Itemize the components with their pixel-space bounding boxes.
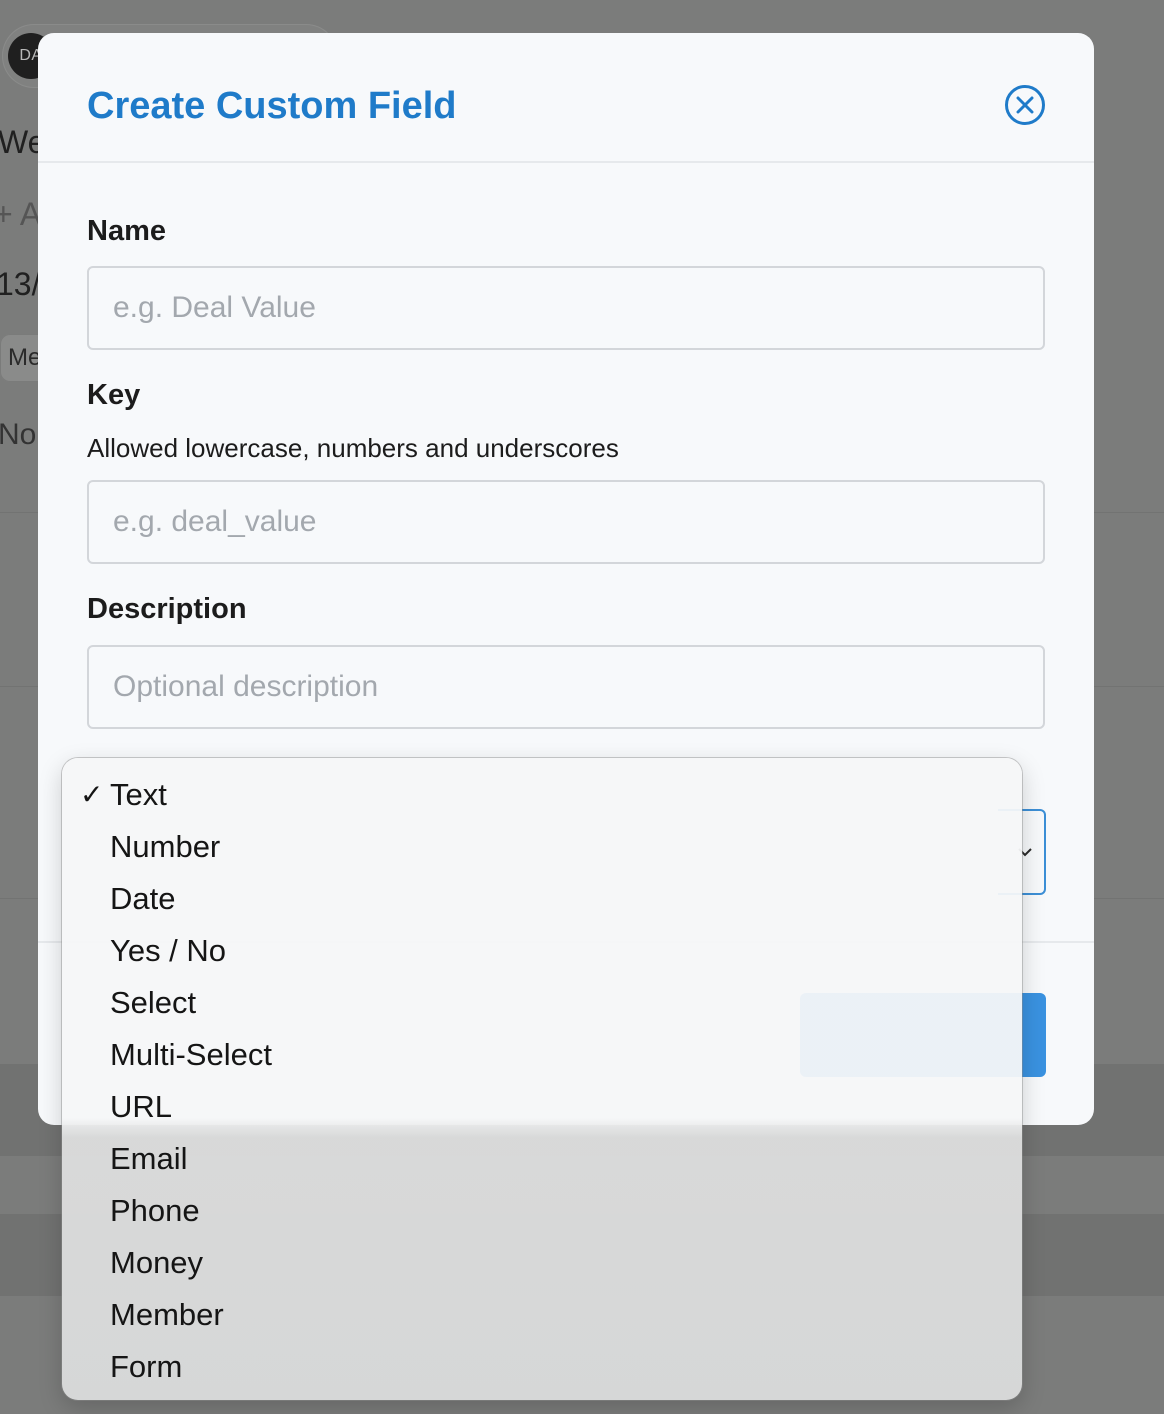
dropdown-option-number[interactable]: Number (62, 821, 1022, 873)
dropdown-option-form[interactable]: Form (62, 1341, 1022, 1393)
field-type-options: ✓ Text Number Date Yes / No Select Multi-Selec… (62, 769, 1022, 1393)
dropdown-option-yes-no[interactable]: Yes / No (62, 925, 1022, 977)
dropdown-option-label: Multi-Select (110, 1037, 272, 1072)
modal-header: Create Custom Field (38, 33, 1094, 163)
name-label: Name (87, 215, 166, 247)
dropdown-option-label: Text (110, 777, 167, 812)
description-input[interactable] (87, 645, 1045, 729)
dropdown-option-label: URL (110, 1089, 173, 1124)
key-help-text: Allowed lowercase, numbers and underscor… (87, 433, 619, 463)
dropdown-option-label: Yes / No (110, 933, 227, 968)
dropdown-option-date[interactable]: Date (62, 873, 1022, 925)
dropdown-option-phone[interactable]: Phone (62, 1185, 1022, 1237)
background-add-fragment: + A (0, 196, 42, 232)
background-no-fragment: No (0, 418, 37, 451)
name-input[interactable] (87, 266, 1045, 350)
dropdown-option-label: Phone (110, 1193, 200, 1228)
dropdown-option-label: Select (110, 985, 197, 1020)
dropdown-option-label: Number (110, 829, 221, 864)
background-date-fragment: 13/ (0, 266, 41, 302)
dropdown-option-money[interactable]: Money (62, 1237, 1022, 1289)
dropdown-option-label: Date (110, 881, 176, 916)
close-icon[interactable] (1004, 84, 1046, 126)
modal-title: Create Custom Field (87, 85, 457, 127)
dropdown-option-email[interactable]: Email (62, 1133, 1022, 1185)
dropdown-option-label: Member (110, 1297, 224, 1332)
key-label: Key (87, 379, 141, 411)
dropdown-option-label: Money (110, 1245, 204, 1280)
dropdown-option-text[interactable]: ✓ Text (62, 769, 1022, 821)
field-type-dropdown: ✓ Text Number Date Yes / No Select Multi-Selec… (62, 758, 1022, 1400)
dropdown-option-multi-select[interactable]: Multi-Select (62, 1029, 1022, 1081)
dropdown-option-label: Email (110, 1141, 188, 1176)
dropdown-option-select[interactable]: Select (62, 977, 1022, 1029)
dropdown-option-url[interactable]: URL (62, 1081, 1022, 1133)
background-tag-fragment: Me (8, 344, 42, 371)
key-input[interactable] (87, 480, 1045, 564)
description-label: Description (87, 593, 247, 625)
dropdown-option-member[interactable]: Member (62, 1289, 1022, 1341)
checkmark-icon: ✓ (80, 779, 104, 810)
dropdown-option-label: Form (110, 1349, 183, 1384)
